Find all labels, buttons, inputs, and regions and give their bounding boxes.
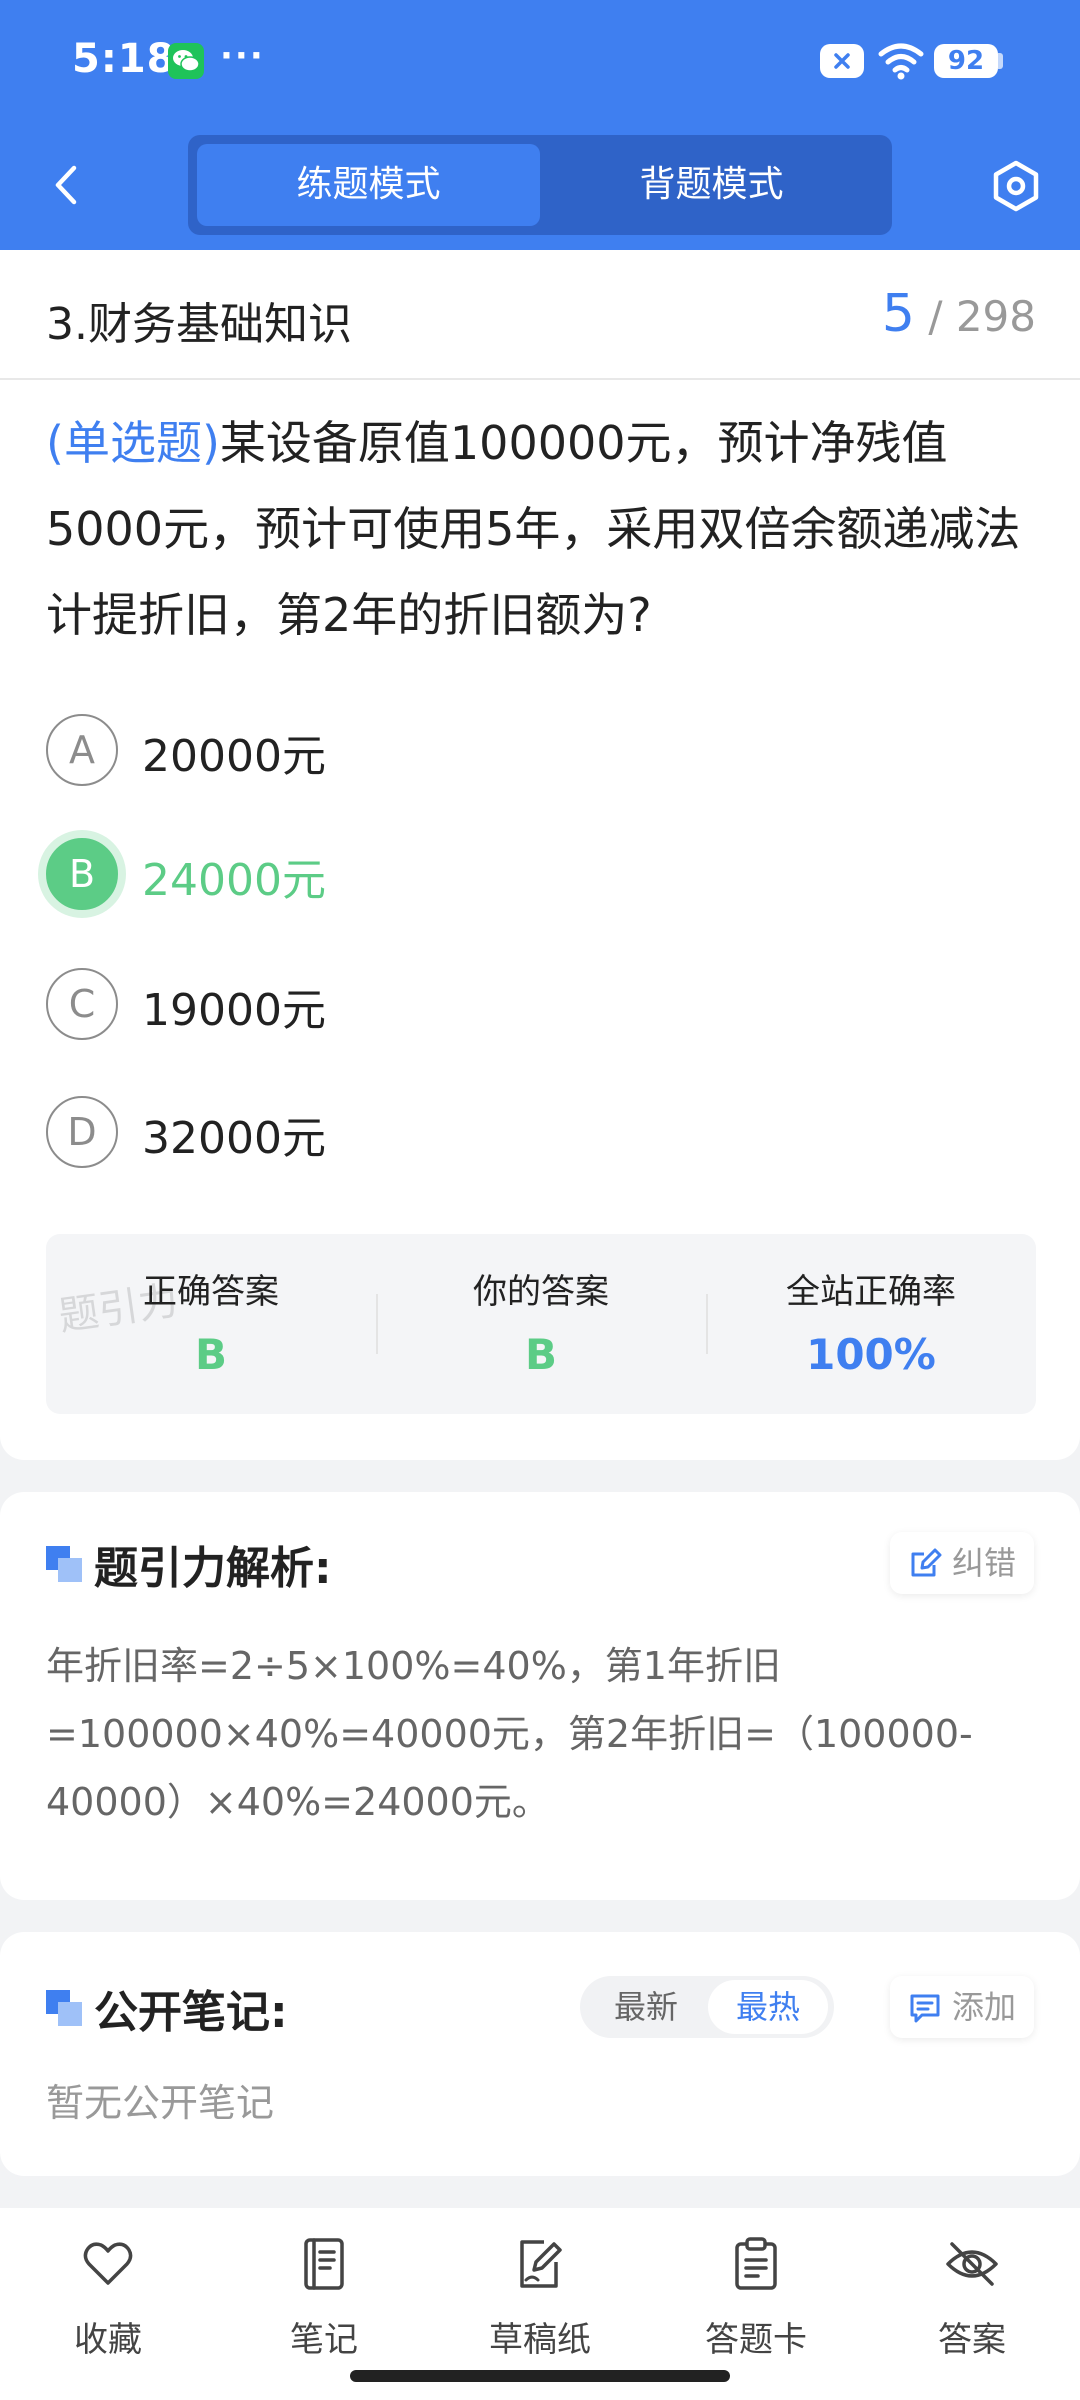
site-accuracy: 全站正确率 100%: [706, 1234, 1036, 1414]
question-type: (单选题): [46, 416, 220, 470]
report-error-button[interactable]: 纠错: [889, 1532, 1034, 1594]
tab-memorize-mode[interactable]: 背题模式: [540, 144, 883, 226]
status-time: 5:18: [72, 36, 176, 82]
answer-panel: 题引力 正确答案 B 你的答案 B 全站正确率 100%: [46, 1234, 1036, 1414]
draft-pen-icon: [520, 2240, 562, 2288]
analysis-card: 题引力解析: 纠错 年折旧率=2÷5×100%=40%，第1年折旧=100000…: [0, 1492, 1080, 1900]
your-answer: 你的答案 B: [376, 1234, 706, 1414]
edit-icon: [911, 1548, 942, 1577]
option-text: 24000元: [142, 855, 326, 906]
draft-paper-button[interactable]: 草稿纸: [432, 2236, 648, 2366]
wifi-icon: [878, 42, 924, 84]
draft-paper-label: 草稿纸: [489, 2320, 591, 2360]
eye-off-icon: [946, 2242, 998, 2286]
settings-hexagon-icon: [993, 160, 1039, 212]
comment-icon: [910, 1994, 940, 2023]
home-indicator[interactable]: [350, 2370, 730, 2382]
heart-icon: [83, 2242, 133, 2285]
question-text: (单选题)某设备原值100000元，预计净残值5000元，预计可使用5年，采用双…: [46, 400, 1040, 658]
option-text: 19000元: [142, 985, 326, 1036]
answer-sheet-button[interactable]: 答题卡: [648, 2236, 864, 2366]
public-notes-card: 公开笔记: 最新 最热 添加 暂无公开笔记: [0, 1932, 1080, 2176]
correct-answer: 正确答案 B: [46, 1234, 376, 1414]
chapter-title: 3.财务基础知识: [46, 299, 352, 350]
empty-notes-text: 暂无公开笔记: [46, 2081, 275, 2125]
option-letter: B: [46, 838, 118, 910]
analysis-title: 题引力解析:: [94, 1543, 332, 1594]
option-letter: A: [46, 714, 118, 786]
add-note-button[interactable]: 添加: [889, 1976, 1034, 2038]
battery-icon: 92: [934, 44, 998, 78]
progress-current: 5: [881, 284, 915, 344]
option-d[interactable]: D 32000元: [46, 1092, 946, 1172]
sim-x-icon: [820, 44, 864, 78]
analysis-text: 年折旧率=2÷5×100%=40%，第1年折旧=100000×40%=40000…: [46, 1644, 973, 1824]
notes-title: 公开笔记:: [94, 1987, 288, 2038]
notes-label: 笔记: [290, 2320, 358, 2360]
your-answer-label: 你的答案: [473, 1272, 609, 1312]
question-progress[interactable]: 5 / 298: [882, 284, 1036, 344]
sort-hot[interactable]: 最热: [708, 1980, 828, 2034]
option-a[interactable]: A 20000元: [46, 710, 946, 790]
settings-button[interactable]: [988, 158, 1044, 218]
site-accuracy-value: 100%: [806, 1330, 936, 1379]
answer-sheet-label: 答题卡: [705, 2320, 807, 2360]
option-c[interactable]: C 19000元: [46, 964, 946, 1044]
notes-button[interactable]: 笔记: [216, 2236, 432, 2366]
option-b[interactable]: B 24000元: [46, 834, 946, 914]
section-square-icon: [46, 1546, 82, 1582]
app-header: 5:18 ··· 92 练题模式 背题模式: [0, 0, 1080, 250]
site-accuracy-label: 全站正确率: [786, 1272, 956, 1312]
toggle-answer-label: 答案: [938, 2320, 1006, 2360]
correct-answer-label: 正确答案: [143, 1272, 279, 1312]
section-square-icon: [46, 1990, 82, 2026]
back-button[interactable]: [42, 160, 92, 210]
chapter-bar: 3.财务基础知识 5 / 298: [0, 250, 1080, 380]
clipboard-icon: [735, 2237, 777, 2290]
wechat-icon: [168, 43, 204, 79]
report-error-label: 纠错: [951, 1544, 1016, 1582]
sort-latest[interactable]: 最新: [586, 1980, 706, 2034]
toggle-answer-button[interactable]: 答案: [864, 2236, 1080, 2366]
tab-practice-mode[interactable]: 练题模式: [197, 144, 540, 226]
favorite-label: 收藏: [74, 2320, 142, 2360]
chevron-left-icon: [55, 165, 77, 205]
option-text: 20000元: [142, 731, 326, 782]
status-bar: 5:18 ··· 92: [0, 0, 1080, 125]
progress-total: / 298: [928, 292, 1036, 341]
status-more-dots: ···: [220, 36, 265, 76]
notes-sort-toggle: 最新 最热: [580, 1976, 834, 2038]
add-note-label: 添加: [951, 1988, 1016, 2026]
battery-tip: [998, 53, 1003, 69]
correct-answer-value: B: [194, 1330, 227, 1379]
option-letter: C: [46, 968, 118, 1040]
option-text: 32000元: [142, 1113, 326, 1164]
notebook-icon: [304, 2238, 344, 2290]
your-answer-value: B: [524, 1330, 557, 1379]
option-letter: D: [46, 1096, 118, 1168]
mode-switch: 练题模式 背题模式: [188, 135, 892, 235]
question-card: 3.财务基础知识 5 / 298 (单选题)某设备原值100000元，预计净残值…: [0, 250, 1080, 1460]
favorite-button[interactable]: 收藏: [0, 2236, 216, 2366]
